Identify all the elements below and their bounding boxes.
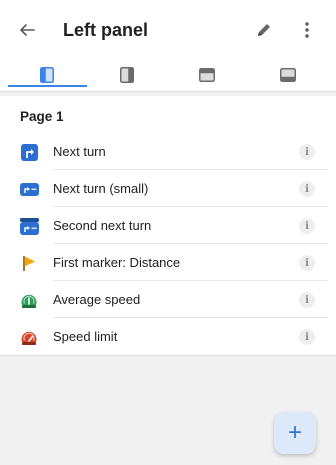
next-turn-icon (20, 143, 38, 161)
list-item-average-speed[interactable]: Average speed i (0, 281, 336, 318)
second-next-turn-icon (19, 217, 39, 235)
info-button[interactable]: i (299, 329, 315, 345)
back-button[interactable] (14, 17, 40, 43)
list-item-first-marker-distance[interactable]: First marker: Distance i (0, 244, 336, 281)
list-item-next-turn[interactable]: Next turn i (0, 133, 336, 170)
tab-top-panel[interactable] (165, 58, 249, 92)
more-options-button[interactable] (294, 17, 320, 43)
info-button[interactable]: i (299, 292, 315, 308)
list-item-label: Next turn (53, 144, 106, 159)
right-panel-icon (120, 67, 134, 83)
next-turn-small-icon (19, 182, 39, 196)
list-item-label: Next turn (small) (53, 181, 149, 196)
info-button[interactable]: i (299, 218, 315, 234)
list-item-second-next-turn[interactable]: Second next turn i (0, 207, 336, 244)
list-item-speed-limit[interactable]: Speed limit i (0, 318, 336, 355)
selected-tab-indicator (8, 85, 87, 87)
widget-list: Page 1 Next turn i Next turn (small) i S… (0, 96, 336, 356)
list-item-label: Second next turn (53, 218, 152, 233)
info-button[interactable]: i (299, 255, 315, 271)
section-title: Page 1 (20, 109, 64, 124)
tab-right-panel[interactable] (85, 58, 169, 92)
info-button[interactable]: i (299, 144, 315, 160)
toolbar: Left panel (0, 0, 336, 58)
more-vert-icon (305, 22, 309, 38)
list-item-label: First marker: Distance (53, 255, 181, 270)
bottom-panel-icon (280, 68, 296, 82)
list-item-label: Average speed (53, 292, 141, 307)
marker-flag-icon (23, 255, 35, 271)
add-icon: + (287, 419, 302, 446)
tab-bottom-panel[interactable] (246, 58, 330, 92)
add-widget-button[interactable]: + (274, 412, 316, 454)
panel-tabs (0, 58, 336, 92)
list-item-label: Speed limit (53, 329, 118, 344)
info-button[interactable]: i (299, 181, 315, 197)
list-item-next-turn-small[interactable]: Next turn (small) i (0, 170, 336, 207)
edit-button[interactable] (251, 17, 277, 43)
app-bar: Left panel (0, 0, 336, 92)
left-panel-icon (40, 67, 54, 83)
average-speed-icon (21, 294, 37, 308)
page-title: Left panel (63, 20, 149, 40)
top-panel-icon (199, 68, 215, 82)
speed-limit-icon (21, 331, 37, 345)
arrow-back-icon (20, 24, 35, 36)
pencil-icon (258, 24, 270, 36)
